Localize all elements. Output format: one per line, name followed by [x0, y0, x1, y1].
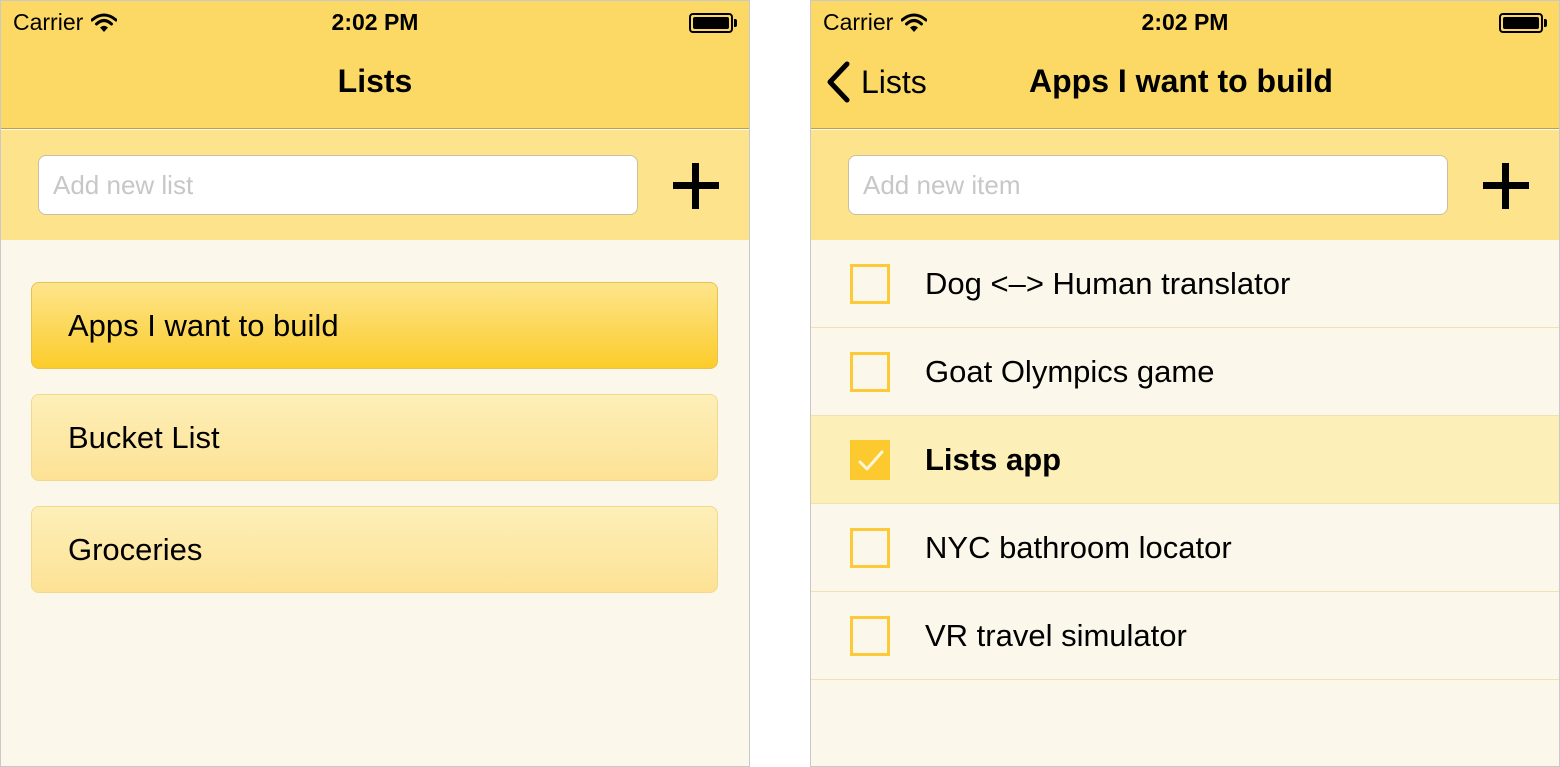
item-row[interactable]: Dog <–> Human translator — [811, 240, 1559, 328]
battery-icon — [689, 13, 737, 33]
item-label: VR travel simulator — [925, 617, 1187, 653]
item-row[interactable]: NYC bathroom locator — [811, 504, 1559, 592]
list-detail-screen: Carrier 2:02 PM Lists Apps I want to bui… — [810, 0, 1560, 767]
item-label: Lists app — [925, 441, 1062, 477]
item-row[interactable]: VR travel simulator — [811, 592, 1559, 680]
checkbox[interactable] — [850, 615, 890, 656]
add-list-bar — [1, 130, 749, 240]
checkbox[interactable] — [850, 263, 890, 304]
back-button[interactable]: Lists — [825, 61, 927, 103]
list-item-label: Groceries — [68, 531, 203, 567]
chevron-left-icon — [827, 61, 850, 103]
battery-icon — [1499, 13, 1547, 33]
list-item-apps[interactable]: Apps I want to build — [31, 282, 718, 369]
status-time: 2:02 PM — [1141, 9, 1229, 35]
item-row-completed[interactable]: Lists app — [811, 416, 1559, 504]
back-button-label: Lists — [861, 63, 927, 100]
checkmark-icon — [858, 450, 884, 470]
page-title: Apps I want to build — [1029, 63, 1333, 99]
list-item-bucket-list[interactable]: Bucket List — [31, 394, 718, 481]
plus-icon[interactable] — [673, 163, 719, 209]
item-label: Dog <–> Human translator — [925, 265, 1291, 301]
navigation-bar: Carrier 2:02 PM Lists Apps I want to bui… — [811, 1, 1559, 129]
item-label: Goat Olympics game — [925, 353, 1215, 389]
status-time: 2:02 PM — [331, 9, 419, 35]
add-item-bar — [811, 130, 1559, 240]
navigation-bar: Carrier 2:02 PM Lists — [1, 1, 749, 129]
item-label: NYC bathroom locator — [925, 529, 1232, 565]
lists-screen: Carrier 2:02 PM Lists Apps I want to bui… — [0, 0, 750, 767]
page-title: Lists — [337, 63, 413, 99]
item-row[interactable]: Goat Olympics game — [811, 328, 1559, 416]
add-item-input[interactable] — [848, 155, 1448, 215]
checkbox[interactable] — [850, 527, 890, 568]
list-item-label: Apps I want to build — [68, 307, 339, 343]
checkbox[interactable] — [850, 351, 890, 392]
list-item-groceries[interactable]: Groceries — [31, 506, 718, 593]
list-item-label: Bucket List — [68, 419, 220, 455]
add-list-input[interactable] — [38, 155, 638, 215]
plus-icon[interactable] — [1483, 163, 1529, 209]
checkbox-checked[interactable] — [850, 439, 890, 480]
